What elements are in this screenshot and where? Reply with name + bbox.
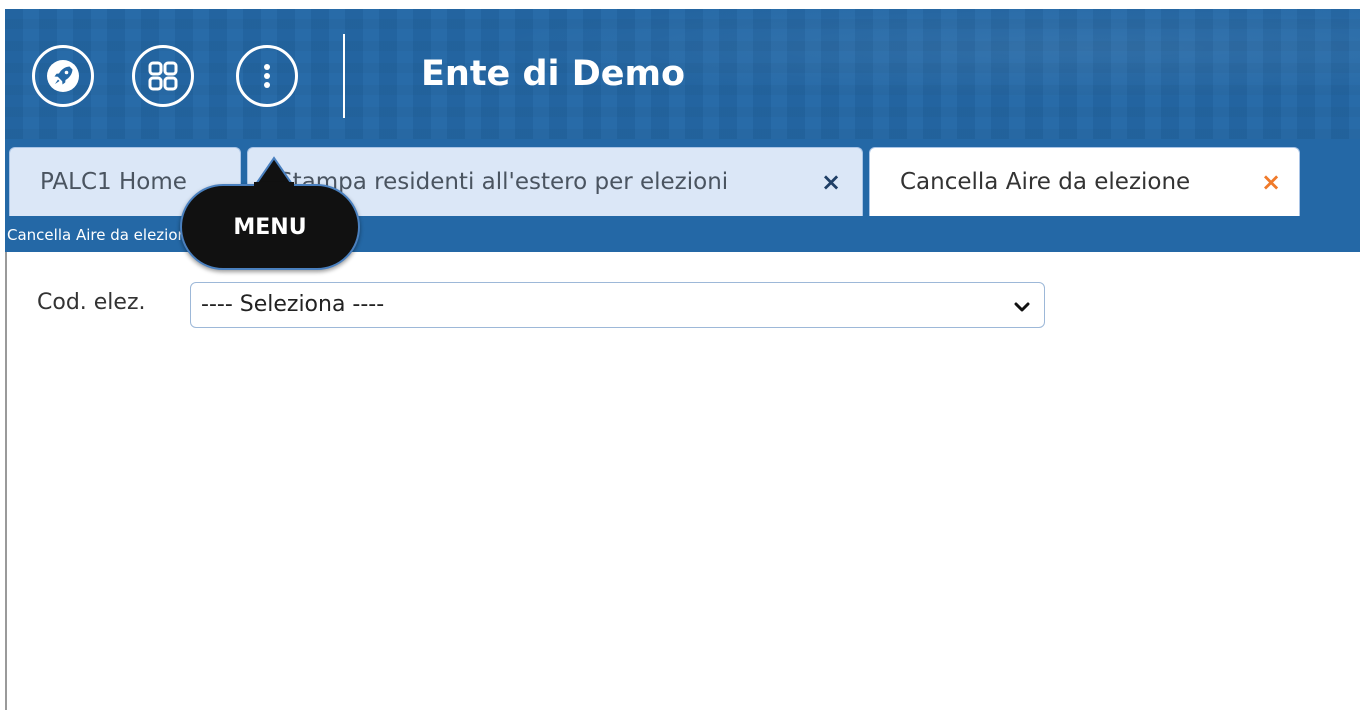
tooltip-arrow-join	[254, 182, 294, 188]
app-title: Ente di Demo	[421, 54, 686, 94]
app-window: Ente di Demo PALC1 Home Stampa residenti…	[0, 0, 1360, 710]
chevron-down-icon	[1014, 298, 1030, 317]
tab-label: Cancella Aire da elezione	[900, 169, 1191, 195]
close-icon[interactable]: ×	[1261, 170, 1281, 194]
launcher-button[interactable]	[32, 45, 94, 107]
header-divider	[343, 34, 345, 118]
cod-elez-select[interactable]: ---- Seleziona ----	[190, 282, 1045, 328]
main-content: Cod. elez. ---- Seleziona ----	[5, 252, 1360, 710]
rocket-icon	[45, 58, 81, 94]
apps-button[interactable]	[132, 45, 194, 107]
tab-label: PALC1 Home	[40, 169, 187, 195]
cod-elez-label: Cod. elez.	[37, 290, 146, 315]
app-header: Ente di Demo	[5, 9, 1360, 139]
apps-grid-icon	[146, 59, 180, 93]
more-vertical-icon	[262, 62, 272, 90]
tab-label: Stampa residenti all'estero per elezioni	[278, 169, 729, 195]
select-value: ---- Seleziona ----	[201, 292, 385, 317]
breadcrumb: Cancella Aire da elezione	[7, 226, 197, 244]
tab-cancella-aire[interactable]: Cancella Aire da elezione ×	[869, 147, 1300, 216]
tooltip-label: MENU	[233, 214, 307, 240]
menu-tooltip: MENU	[180, 184, 360, 270]
menu-button[interactable]	[236, 45, 298, 107]
close-icon[interactable]: ×	[821, 170, 841, 194]
